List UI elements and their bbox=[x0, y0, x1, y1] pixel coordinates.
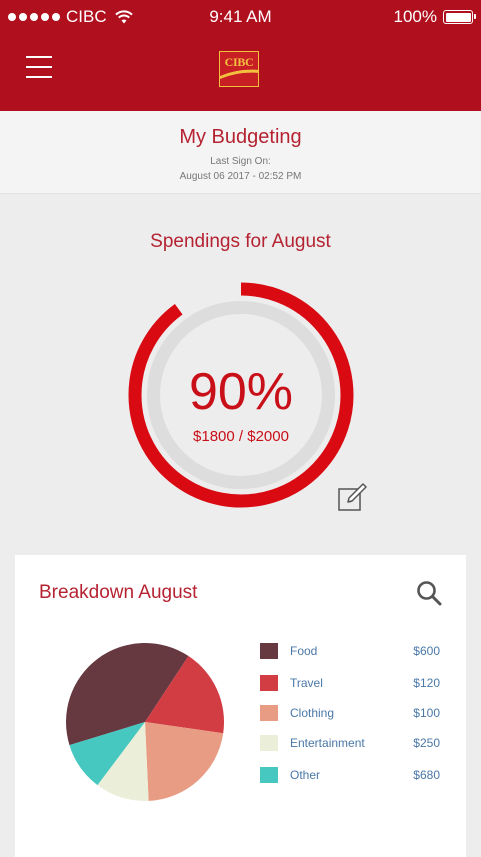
last-sign-on-label: Last Sign On: bbox=[210, 156, 271, 167]
battery-status: 100% bbox=[393, 7, 476, 27]
breakdown-pie-chart bbox=[66, 643, 224, 801]
battery-fill bbox=[445, 12, 471, 22]
legend-item-food[interactable]: Food $600 bbox=[260, 641, 440, 661]
legend-value: $600 bbox=[413, 644, 440, 658]
logo-swoosh-icon bbox=[220, 69, 258, 79]
legend-swatch bbox=[260, 643, 278, 659]
page-subheader: My Budgeting Last Sign On: August 06 201… bbox=[0, 111, 481, 194]
last-sign-on-date: August 06 2017 - 02:52 PM bbox=[179, 171, 302, 182]
page-title: My Budgeting bbox=[179, 126, 302, 148]
spending-percent: 90% bbox=[188, 363, 294, 421]
legend-label: Food bbox=[290, 644, 318, 658]
legend-item-other[interactable]: Other $680 bbox=[260, 765, 440, 785]
legend-label: Travel bbox=[290, 676, 323, 690]
spending-amount: $1800 / $2000 bbox=[193, 428, 289, 445]
legend-value: $680 bbox=[413, 768, 440, 782]
app-header: CIBC 9:41 AM 100% CIBC bbox=[0, 0, 481, 111]
legend-label: Clothing bbox=[290, 706, 335, 720]
legend-item-travel[interactable]: Travel $120 bbox=[260, 673, 440, 693]
legend-label: Entertainment bbox=[290, 736, 365, 750]
legend-value: $250 bbox=[413, 736, 440, 750]
legend-swatch bbox=[260, 705, 278, 721]
legend-swatch bbox=[260, 735, 278, 751]
cibc-logo: CIBC bbox=[219, 51, 259, 87]
battery-icon bbox=[443, 10, 476, 24]
battery-percent: 100% bbox=[393, 7, 437, 26]
legend-value: $100 bbox=[413, 706, 440, 720]
legend-swatch bbox=[260, 675, 278, 691]
legend-item-entertainment[interactable]: Entertainment $250 bbox=[260, 733, 440, 753]
edit-budget-icon[interactable] bbox=[336, 482, 368, 514]
legend-item-clothing[interactable]: Clothing $100 bbox=[260, 703, 440, 723]
hamburger-menu-icon[interactable] bbox=[26, 56, 52, 80]
legend-label: Other bbox=[290, 768, 321, 782]
status-bar: CIBC 9:41 AM 100% bbox=[0, 0, 481, 34]
legend-value: $120 bbox=[413, 676, 440, 690]
breakdown-card: Breakdown August Food $600 Travel $120 C… bbox=[15, 555, 466, 857]
legend-swatch bbox=[260, 767, 278, 783]
pie-slice-clothing bbox=[145, 722, 224, 801]
spending-title: Spendings for August bbox=[150, 231, 331, 252]
search-icon[interactable] bbox=[415, 579, 443, 607]
breakdown-title: Breakdown August bbox=[39, 582, 198, 603]
